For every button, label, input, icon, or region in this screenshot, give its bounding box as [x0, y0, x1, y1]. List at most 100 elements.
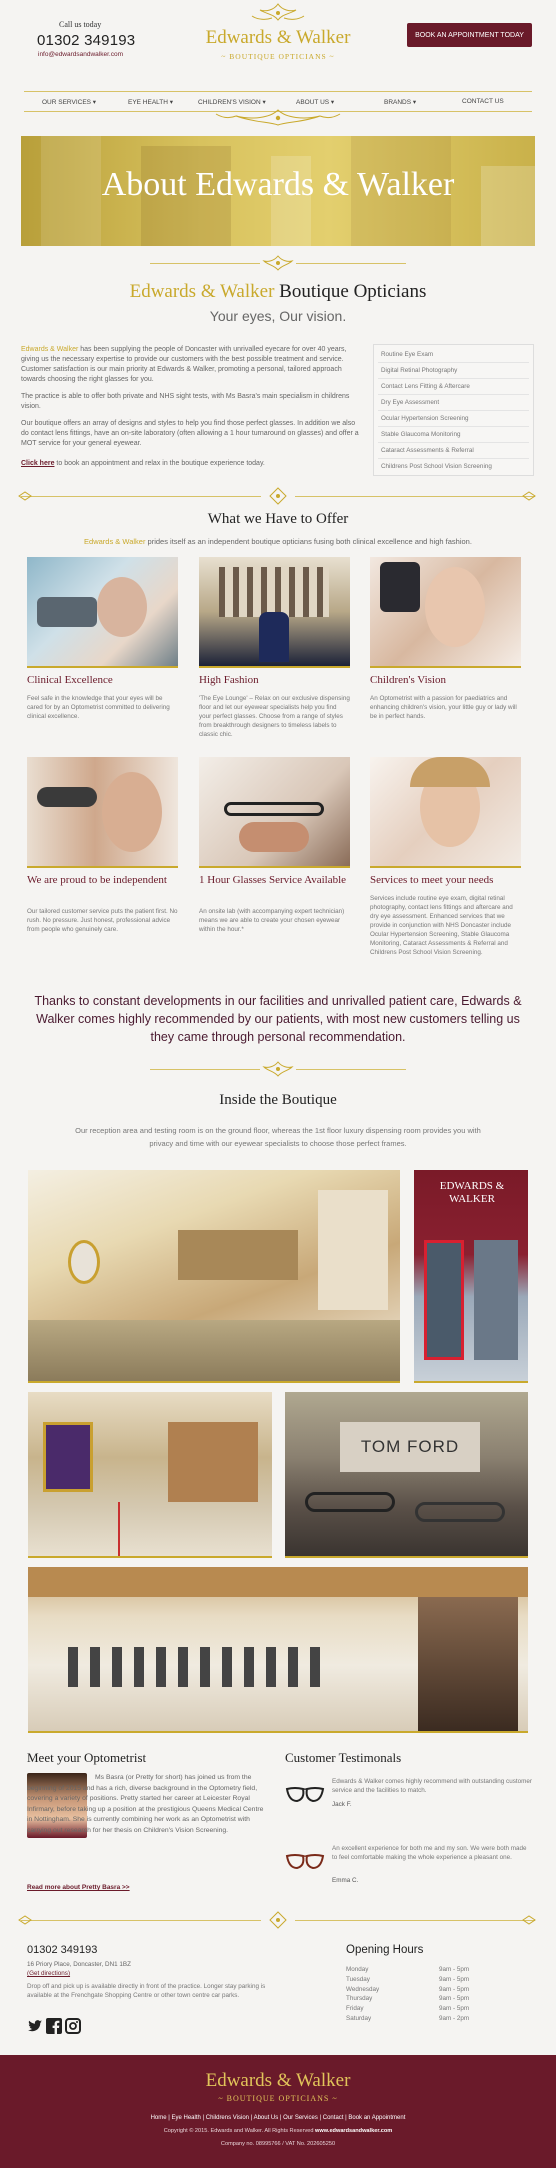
intro-paragraph-2: The practice is able to offer both priva…	[21, 393, 350, 410]
intro-title-brand: Edwards & Walker	[129, 281, 275, 302]
recommendation-quote: Thanks to constant developments in our f…	[34, 994, 522, 1044]
services-list-item[interactable]: Ocular Hypertension Screening	[378, 411, 529, 427]
footer-site-link[interactable]: www.edwardsandwalker.com	[315, 2128, 392, 2134]
hours-time: 9am - 5pm	[439, 2005, 470, 2013]
services-list-item[interactable]: Contact Lens Fitting & Aftercare	[378, 379, 529, 395]
footer-link-home[interactable]: Home	[151, 2115, 167, 2121]
footer-link-book[interactable]: Book an Appointment	[348, 2115, 405, 2121]
high-fashion-image	[199, 557, 350, 668]
footer-link-about-us[interactable]: About Us	[254, 2115, 279, 2121]
facebook-icon[interactable]	[46, 2018, 62, 2034]
card-title: Children's Vision	[370, 674, 446, 686]
card-text: An Optometrist with a passion for paedia…	[370, 695, 517, 720]
section-divider	[296, 1069, 406, 1070]
intro-paragraph-3: Our boutique offers an array of designs …	[21, 420, 359, 447]
card-text: Our tailored customer service puts the p…	[27, 908, 178, 933]
card-title: 1 Hour Glasses Service Available	[199, 874, 347, 886]
hours-row: Saturday 9am - 2pm	[346, 2015, 496, 2025]
nav-eye-health[interactable]: EYE HEALTH ▾	[128, 98, 173, 106]
gallery-image-reception[interactable]	[28, 1392, 272, 1558]
gallery-image-interior[interactable]	[28, 1170, 400, 1383]
hours-row: Friday 9am - 5pm	[346, 2005, 496, 2015]
divider-end-icon	[18, 1915, 32, 1925]
gallery-image-tom-ford[interactable]: TOM FORD	[285, 1392, 528, 1558]
card-text: Services include routine eye exam, digit…	[370, 895, 513, 956]
nav-contact-us[interactable]: CONTACT US	[462, 98, 504, 105]
testimonial-author: Jack F.	[332, 1801, 352, 1808]
contact-phone[interactable]: 01302 349193	[27, 1944, 97, 1956]
hours-time: 9am - 5pm	[439, 1975, 470, 1983]
footer-logo-name[interactable]: Edwards & Walker	[0, 2070, 556, 2092]
divider-ornament-icon	[269, 487, 287, 505]
logo-name[interactable]: Edwards & Walker	[180, 27, 376, 49]
independent-image	[27, 757, 178, 868]
card-text: Feel safe in the knowledge that your eye…	[27, 695, 170, 720]
testimonial-text: Edwards & Walker comes highly recommend …	[332, 1778, 532, 1794]
services-list-item[interactable]: Dry Eye Assessment	[378, 395, 529, 411]
offer-subtitle: Edwards & Walker prides itself as an ind…	[0, 537, 556, 546]
nav-childrens-vision[interactable]: CHILDREN'S VISION ▾	[198, 98, 266, 106]
hours-row: Monday 9am - 5pm	[346, 1966, 496, 1976]
footer-link-childrens-vision[interactable]: Childrens Vision	[206, 2115, 249, 2121]
copyright-text: Copyright © 2015. Edwards and Walker. Al…	[163, 2128, 314, 2134]
header-email-link[interactable]: info@edwardsandwalker.com	[38, 51, 123, 58]
hours-time: 9am - 5pm	[439, 1985, 470, 1993]
nav-about-us[interactable]: ABOUT US ▾	[296, 98, 334, 106]
nav-ornament-icon	[215, 109, 341, 126]
hours-time: 9am - 2pm	[439, 2014, 470, 2022]
card-title: We are proud to be independent	[27, 874, 167, 886]
footer-copyright: Copyright © 2015. Edwards and Walker. Al…	[0, 2128, 556, 2134]
footer-link-eye-health[interactable]: Eye Health	[172, 2115, 201, 2121]
card-title: High Fashion	[199, 674, 259, 686]
divider-end-icon	[522, 491, 536, 501]
divider-ornament-icon	[262, 1061, 294, 1077]
gallery-image-display[interactable]	[28, 1567, 528, 1733]
section-divider	[21, 496, 261, 497]
gallery-image-storefront[interactable]: EDWARDS & WALKER	[414, 1170, 528, 1383]
tom-ford-sign: TOM FORD	[360, 1437, 460, 1456]
services-list-item[interactable]: Digital Retinal Photography	[378, 363, 529, 379]
call-us-label: Call us today	[59, 20, 102, 29]
get-directions-link[interactable]: (Get directions)	[27, 1970, 70, 1977]
footer-link-contact[interactable]: Contact	[323, 2115, 344, 2121]
card-text: 'The Eye Lounge' – Relax on our exclusiv…	[199, 695, 350, 738]
book-appointment-button[interactable]: BOOK AN APPOINTMENT TODAY	[407, 23, 532, 47]
book-click-here-link[interactable]: Click here	[21, 460, 54, 467]
inside-boutique-text: Our reception area and testing room is o…	[75, 1126, 481, 1148]
services-list-item[interactable]: Routine Eye Exam	[378, 347, 529, 363]
services-list-item[interactable]: Stable Glaucoma Monitoring	[378, 427, 529, 443]
footer: Edwards & Walker ~ BOUTIQUE OPTICIANS ~ …	[0, 2055, 556, 2168]
header-phone[interactable]: 01302 349193	[37, 32, 135, 49]
nav-brands[interactable]: BRANDS ▾	[384, 98, 416, 106]
hours-time: 9am - 5pm	[439, 1966, 470, 1973]
intro-subtitle: Your eyes, Our vision.	[209, 308, 347, 324]
optometrist-title: Meet your Optometrist	[27, 1750, 147, 1765]
section-divider	[295, 496, 535, 497]
section-divider	[150, 1069, 260, 1070]
section-divider	[295, 1920, 535, 1921]
hours-row: Thursday 9am - 5pm	[346, 1995, 496, 2005]
services-list-item[interactable]: Childrens Post School Vision Screening	[378, 459, 529, 475]
footer-link-our-services[interactable]: Our Services	[283, 2115, 318, 2121]
glasses-icon	[285, 1854, 325, 1870]
glasses-icon	[285, 1787, 325, 1803]
section-divider	[150, 263, 260, 264]
twitter-icon[interactable]	[27, 2018, 43, 2034]
opening-hours-title: Opening Hours	[346, 1944, 424, 1956]
card-text: An onsite lab (with accompanying expert …	[199, 908, 345, 933]
services-image	[370, 757, 521, 868]
contact-address: 16 Priory Place, Doncaster, DN1 1BZ	[27, 1961, 131, 1968]
divider-ornament-icon	[262, 255, 294, 271]
instagram-icon[interactable]	[65, 2018, 81, 2034]
read-more-link[interactable]: Read more about Pretty Basra >>	[27, 1884, 130, 1891]
hours-row: Wednesday 9am - 5pm	[346, 1986, 496, 1996]
nav-our-services[interactable]: OUR SERVICES ▾	[42, 98, 96, 106]
services-list-item[interactable]: Cataract Assessments & Referral	[378, 443, 529, 459]
hours-day: Friday	[346, 2005, 364, 2013]
intro-brand: Edwards & Walker	[21, 346, 79, 353]
testimonial-text: An excellent experience for both me and …	[332, 1845, 527, 1861]
parking-note: Drop off and pick up is available direct…	[27, 1983, 266, 1999]
footer-links: Home | Eye Health | Childrens Vision | A…	[150, 2115, 406, 2121]
footer-logo-tagline: ~ BOUTIQUE OPTICIANS ~	[218, 2094, 338, 2103]
storefront-sign: EDWARDS & WALKER	[439, 1180, 505, 1205]
